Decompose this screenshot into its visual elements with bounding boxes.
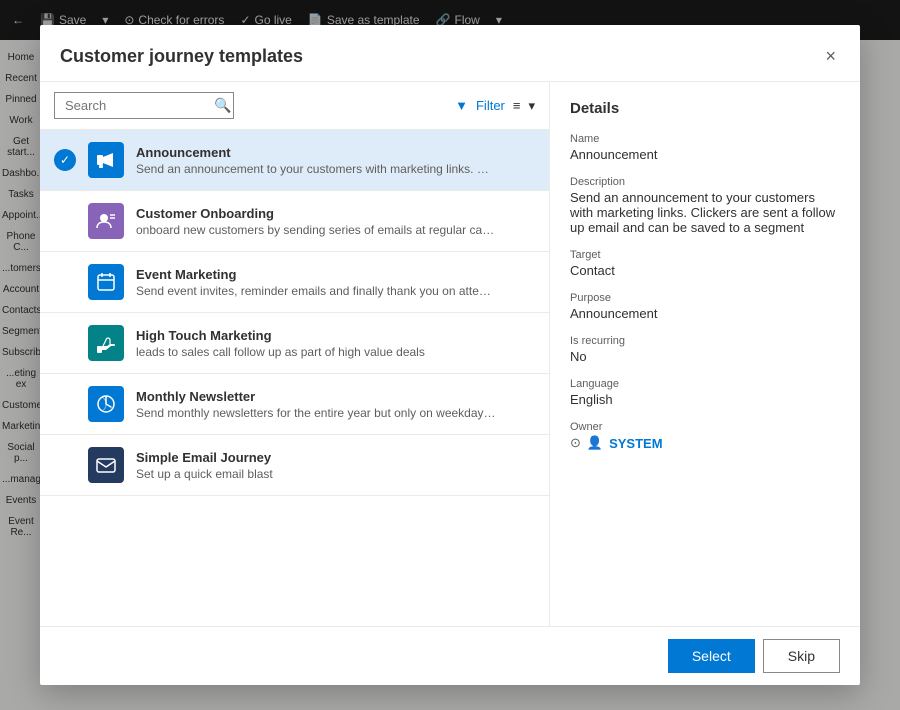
- filter-icon: ▼: [455, 98, 468, 113]
- announcement-desc: Send an announcement to your customers w…: [136, 162, 496, 176]
- newsletter-info: Monthly Newsletter Send monthly newslett…: [136, 389, 535, 420]
- simple-email-icon: [88, 447, 124, 483]
- language-value: English: [570, 392, 840, 407]
- name-label: Name: [570, 133, 840, 145]
- description-label: Description: [570, 176, 840, 188]
- recurring-value: No: [570, 349, 840, 364]
- onboarding-info: Customer Onboarding onboard new customer…: [136, 206, 535, 237]
- recurring-label: Is recurring: [570, 335, 840, 347]
- modal-title: Customer journey templates: [60, 46, 303, 67]
- simpleemail-info: Simple Email Journey Set up a quick emai…: [136, 450, 535, 481]
- announcement-name: Announcement: [136, 145, 535, 160]
- event-marketing-icon: [88, 264, 124, 300]
- template-item-event-marketing[interactable]: ✓ Event Marketing Send event invites, re…: [40, 252, 549, 313]
- owner-row: ⊙ 👤 SYSTEM: [570, 435, 840, 451]
- close-button[interactable]: ×: [821, 43, 840, 69]
- detail-target-field: Target Contact: [570, 249, 840, 278]
- announcement-icon: [88, 142, 124, 178]
- hightouch-desc: leads to sales call follow up as part of…: [136, 345, 496, 359]
- monthly-newsletter-icon: [88, 386, 124, 422]
- description-value: Send an announcement to your customers w…: [570, 190, 840, 235]
- details-title: Details: [570, 100, 840, 117]
- search-bar: 🔍 ▼ Filter ≡ ▾: [40, 82, 549, 130]
- target-label: Target: [570, 249, 840, 261]
- detail-recurring-field: Is recurring No: [570, 335, 840, 364]
- template-item-customer-onboarding[interactable]: ✓ Customer Onboarding onboard new custom…: [40, 191, 549, 252]
- modal-overlay: Customer journey templates × 🔍 ▼ Filter …: [0, 0, 900, 710]
- detail-purpose-field: Purpose Announcement: [570, 292, 840, 321]
- template-list-panel: 🔍 ▼ Filter ≡ ▾ ✓: [40, 82, 550, 626]
- customer-onboarding-icon: [88, 203, 124, 239]
- high-touch-icon: [88, 325, 124, 361]
- modal-body: 🔍 ▼ Filter ≡ ▾ ✓: [40, 82, 860, 626]
- collapse-icon: ▾: [528, 98, 535, 114]
- target-value: Contact: [570, 263, 840, 278]
- selected-check-announcement: ✓: [54, 149, 76, 171]
- template-item-simple-email[interactable]: ✓ Simple Email Journey Set up a quick em…: [40, 435, 549, 496]
- detail-language-field: Language English: [570, 378, 840, 407]
- owner-value: SYSTEM: [609, 436, 662, 451]
- customer-journey-templates-modal: Customer journey templates × 🔍 ▼ Filter …: [40, 25, 860, 685]
- template-list: ✓ Announcement Send an announcement to y…: [40, 130, 549, 626]
- newsletter-desc: Send monthly newsletters for the entire …: [136, 406, 496, 420]
- event-desc: Send event invites, reminder emails and …: [136, 284, 496, 298]
- purpose-value: Announcement: [570, 306, 840, 321]
- detail-owner-field: Owner ⊙ 👤 SYSTEM: [570, 421, 840, 451]
- onboarding-desc: onboard new customers by sending series …: [136, 223, 496, 237]
- list-view-icon: ≡: [513, 98, 521, 113]
- template-item-high-touch[interactable]: ✓ High Touch Marketing leads to sales ca…: [40, 313, 549, 374]
- language-label: Language: [570, 378, 840, 390]
- event-name: Event Marketing: [136, 267, 535, 282]
- detail-description-field: Description Send an announcement to your…: [570, 176, 840, 235]
- select-button[interactable]: Select: [668, 639, 755, 673]
- onboarding-name: Customer Onboarding: [136, 206, 535, 221]
- modal-footer: Select Skip: [40, 626, 860, 685]
- purpose-label: Purpose: [570, 292, 840, 304]
- search-icon: 🔍: [214, 97, 231, 114]
- owner-person-icon: 👤: [587, 435, 603, 451]
- modal-header: Customer journey templates ×: [40, 25, 860, 82]
- newsletter-name: Monthly Newsletter: [136, 389, 535, 404]
- filter-button[interactable]: ▼ Filter ≡ ▾: [455, 98, 535, 114]
- hightouch-name: High Touch Marketing: [136, 328, 535, 343]
- skip-button[interactable]: Skip: [763, 639, 840, 673]
- details-panel: Details Name Announcement Description Se…: [550, 82, 860, 626]
- hightouch-info: High Touch Marketing leads to sales call…: [136, 328, 535, 359]
- owner-label: Owner: [570, 421, 840, 433]
- template-item-monthly-newsletter[interactable]: ✓ Monthly Newsletter Send monthly newsle…: [40, 374, 549, 435]
- simpleemail-desc: Set up a quick email blast: [136, 467, 496, 481]
- simpleemail-name: Simple Email Journey: [136, 450, 535, 465]
- announcement-info: Announcement Send an announcement to you…: [136, 145, 535, 176]
- template-item-announcement[interactable]: ✓ Announcement Send an announcement to y…: [40, 130, 549, 191]
- event-info: Event Marketing Send event invites, remi…: [136, 267, 535, 298]
- name-value: Announcement: [570, 147, 840, 162]
- owner-circle-icon: ⊙: [570, 435, 581, 451]
- detail-name-field: Name Announcement: [570, 133, 840, 162]
- search-input[interactable]: [54, 92, 234, 119]
